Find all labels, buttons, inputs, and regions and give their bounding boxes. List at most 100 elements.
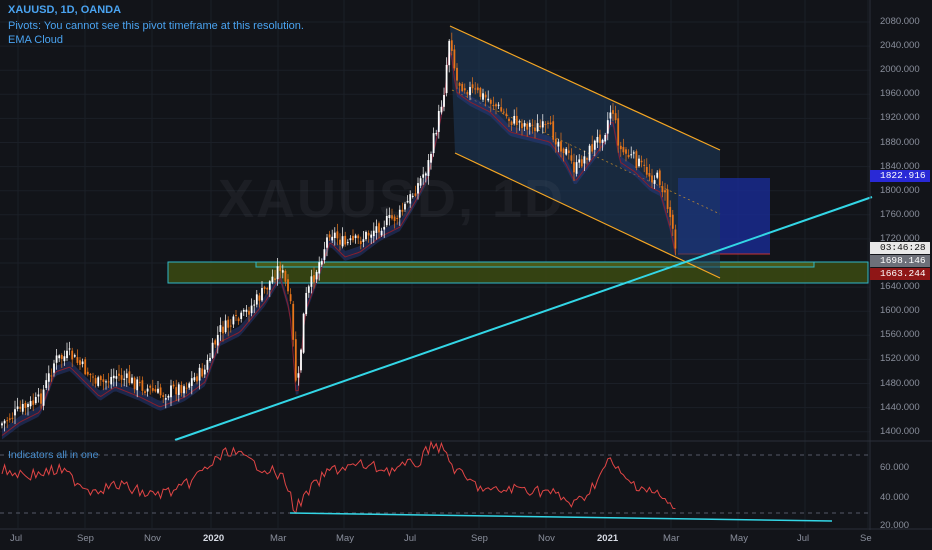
channel-fill bbox=[450, 26, 720, 278]
candle-body bbox=[219, 325, 222, 332]
symbol-title[interactable]: XAUUSD, 1D, OANDA bbox=[8, 4, 121, 16]
candle-body bbox=[300, 349, 302, 371]
candle-body bbox=[190, 378, 193, 386]
candle-body bbox=[99, 376, 102, 381]
time-tick: May bbox=[336, 533, 354, 544]
candle-body bbox=[274, 278, 276, 280]
candle-body bbox=[471, 84, 474, 89]
time-tick: May bbox=[730, 533, 748, 544]
candle-body bbox=[47, 373, 50, 382]
candle-body bbox=[567, 150, 570, 153]
candle-body bbox=[183, 386, 185, 394]
candle-body bbox=[73, 355, 76, 357]
candle-body bbox=[617, 118, 620, 146]
candle-body bbox=[115, 376, 118, 379]
candle-body bbox=[336, 231, 339, 239]
candle-body bbox=[198, 367, 201, 381]
candle-body bbox=[458, 83, 461, 86]
time-tick: Nov bbox=[144, 533, 161, 544]
candle-body bbox=[521, 123, 523, 129]
candle-body bbox=[372, 230, 375, 237]
candle-body bbox=[216, 334, 219, 346]
price-tick: 1760.000 bbox=[880, 208, 920, 220]
candle-body bbox=[313, 275, 315, 283]
candle-body bbox=[638, 158, 640, 167]
pivots-note[interactable]: Pivots: You cannot see this pivot timefr… bbox=[8, 20, 304, 32]
candle-body bbox=[357, 235, 360, 239]
candle-body bbox=[227, 319, 230, 328]
candle-body bbox=[89, 374, 92, 376]
candle-body bbox=[443, 94, 445, 107]
symbol-watermark: XAUUSD, 1D bbox=[218, 169, 566, 229]
indicator-label[interactable]: Indicators all in one bbox=[8, 449, 98, 461]
candle-body bbox=[367, 232, 370, 236]
candle-body bbox=[40, 393, 42, 404]
candle-body bbox=[279, 265, 282, 271]
candle-body bbox=[482, 93, 484, 100]
candle-body bbox=[474, 88, 477, 90]
candle-body bbox=[94, 378, 97, 384]
candle-body bbox=[232, 316, 235, 325]
candle-body bbox=[664, 190, 666, 193]
candle-body bbox=[253, 304, 256, 306]
indicator-tick: 60.000 bbox=[880, 462, 910, 473]
price-chart[interactable] bbox=[0, 0, 932, 550]
candle-body bbox=[456, 67, 458, 81]
candle-body bbox=[352, 235, 354, 241]
candle-body bbox=[242, 310, 245, 312]
candle-body bbox=[508, 118, 510, 122]
candle-body bbox=[612, 110, 614, 114]
candle-body bbox=[666, 189, 669, 209]
candle-body bbox=[565, 148, 568, 155]
candle-body bbox=[534, 127, 536, 132]
time-tick: Jul bbox=[797, 533, 810, 544]
candle-body bbox=[362, 239, 365, 243]
candle-body bbox=[128, 371, 131, 383]
chart-stage[interactable]: XAUUSD, 1D XAUUSD, 1D, OANDA Pivots: You… bbox=[0, 0, 932, 550]
candle-body bbox=[583, 156, 586, 164]
time-tick: Mar bbox=[663, 533, 680, 544]
candle-body bbox=[76, 357, 79, 363]
candle-body bbox=[203, 369, 206, 375]
candle-body bbox=[131, 377, 133, 384]
candle-body bbox=[609, 112, 612, 119]
candle-body bbox=[515, 115, 518, 126]
candle-body bbox=[125, 373, 128, 378]
candle-body bbox=[66, 350, 68, 359]
candle-body bbox=[580, 159, 583, 167]
candle-body bbox=[622, 146, 625, 153]
price-tick: 1800.000 bbox=[880, 184, 920, 196]
candle-body bbox=[640, 160, 643, 163]
countdown-badge: 03:46:28 bbox=[870, 242, 930, 254]
candle-body bbox=[60, 354, 63, 359]
price-tick: 1480.000 bbox=[880, 377, 920, 389]
price-tick: 2040.000 bbox=[880, 40, 920, 52]
candle-body bbox=[453, 49, 456, 69]
candle-body bbox=[331, 236, 334, 241]
candle-body bbox=[619, 145, 622, 150]
time-tick: Sep bbox=[471, 533, 488, 544]
stop-price-badge: 1663.244 bbox=[870, 268, 930, 280]
candle-body bbox=[144, 391, 146, 394]
candle-body bbox=[201, 368, 204, 377]
trendline-support[interactable] bbox=[174, 196, 873, 441]
candle-body bbox=[193, 377, 196, 381]
candle-body bbox=[175, 387, 178, 395]
candle-body bbox=[315, 271, 318, 280]
candle-body bbox=[320, 261, 323, 265]
support-zone-inner bbox=[255, 261, 815, 268]
candle-body bbox=[8, 418, 11, 420]
candle-body bbox=[599, 134, 601, 144]
candle-body bbox=[209, 357, 211, 361]
candle-body bbox=[92, 376, 94, 378]
candle-body bbox=[307, 286, 310, 293]
candle-body bbox=[105, 381, 107, 383]
ema-cloud-label[interactable]: EMA Cloud bbox=[8, 34, 63, 46]
candle-body bbox=[651, 175, 653, 183]
candle-body bbox=[526, 123, 529, 130]
candle-body bbox=[323, 249, 326, 260]
rsi-divergence-line[interactable] bbox=[289, 512, 833, 522]
candle-body bbox=[177, 384, 180, 395]
time-tick: Nov bbox=[538, 533, 555, 544]
candle-body bbox=[123, 378, 126, 380]
